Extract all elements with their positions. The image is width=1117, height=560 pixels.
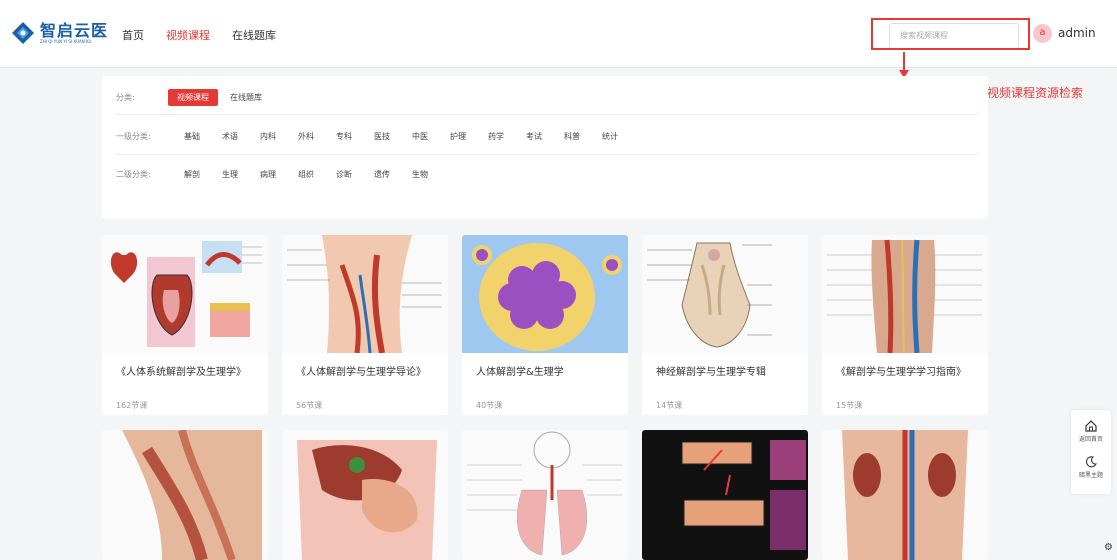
course-thumbnail-cell xyxy=(462,235,628,353)
theme-tool-label: 暗黑主题 xyxy=(1078,472,1103,479)
course-title[interactable]: 《人体解剖学与生理学导论》 xyxy=(296,363,426,378)
course-card[interactable] xyxy=(462,430,628,560)
course-thumbnail-epithelium xyxy=(642,430,808,560)
nav-question-bank[interactable]: 在线题库 xyxy=(232,27,276,43)
level2-option[interactable]: 病理 xyxy=(260,169,276,180)
level1-option[interactable]: 外科 xyxy=(298,131,314,142)
course-lesson-count: 56节课 xyxy=(296,401,323,410)
divider xyxy=(116,114,978,115)
level1-option[interactable]: 护理 xyxy=(450,131,466,142)
level2-option[interactable]: 组织 xyxy=(298,169,314,180)
course-thumbnail-kidney xyxy=(822,430,988,560)
level2-option[interactable]: 遗传 xyxy=(374,169,390,180)
level2-option[interactable]: 诊断 xyxy=(336,169,352,180)
search-highlight-box xyxy=(871,18,1030,50)
home-tool-label: 返回首页 xyxy=(1078,436,1103,443)
level1-option[interactable]: 内科 xyxy=(260,131,276,142)
level2-row: 二级分类: 解剖 生理 病理 组织 诊断 遗传 生物 xyxy=(116,169,450,180)
side-toolbar: 返回首页 暗黑主题 xyxy=(1071,410,1111,494)
course-thumbnail-respiratory xyxy=(462,430,628,560)
course-card[interactable]: 《人体系统解剖学及生理学》 162节课 xyxy=(102,235,268,415)
category-row: 分类: 视频课程 在线题库 xyxy=(116,89,284,106)
course-card[interactable]: 《解剖学与生理学学习指南》 15节课 xyxy=(822,235,988,415)
course-card[interactable] xyxy=(282,430,448,560)
filter-panel: 分类: 视频课程 在线题库 一级分类: 基础 术语 内科 外科 专科 医技 中医… xyxy=(102,76,988,219)
level1-option[interactable]: 专科 xyxy=(336,131,352,142)
course-thumbnail-brainstem xyxy=(642,235,808,353)
level1-row: 一级分类: 基础 术语 内科 外科 专科 医技 中医 护理 药学 考试 科普 统… xyxy=(116,131,640,142)
course-thumbnail-heart xyxy=(102,235,268,353)
level1-option[interactable]: 统计 xyxy=(602,131,618,142)
level1-option[interactable]: 科普 xyxy=(564,131,580,142)
course-card[interactable] xyxy=(642,430,808,560)
nav-video-courses[interactable]: 视频课程 xyxy=(166,27,210,43)
level2-option[interactable]: 生物 xyxy=(412,169,428,180)
home-icon xyxy=(1085,420,1097,432)
divider xyxy=(116,154,978,155)
level2-label: 二级分类: xyxy=(116,170,151,179)
course-card[interactable] xyxy=(102,430,268,560)
main-nav: 首页 视频课程 在线题库 xyxy=(122,27,298,43)
level1-option[interactable]: 考试 xyxy=(526,131,542,142)
course-thumbnail-neck xyxy=(282,235,448,353)
level2-option[interactable]: 解剖 xyxy=(184,169,200,180)
level1-option[interactable]: 药学 xyxy=(488,131,504,142)
level1-option[interactable]: 基础 xyxy=(184,131,200,142)
category-label: 分类: xyxy=(116,93,135,102)
theme-tool[interactable]: 暗黑主题 xyxy=(1071,456,1111,479)
settings-icon[interactable]: ⚙ xyxy=(1104,542,1113,553)
course-title[interactable]: 神经解剖学与生理学专辑 xyxy=(656,363,766,378)
category-option-video[interactable]: 视频课程 xyxy=(168,89,218,106)
avatar[interactable]: a xyxy=(1033,24,1052,43)
category-option-questions[interactable]: 在线题库 xyxy=(230,92,262,103)
course-thumbnail-neck-vessels xyxy=(822,235,988,353)
level1-option[interactable]: 中医 xyxy=(412,131,428,142)
course-card[interactable]: 人体解剖学&生理学 40节课 xyxy=(462,235,628,415)
course-card[interactable]: 《人体解剖学与生理学导论》 56节课 xyxy=(282,235,448,415)
course-lesson-count: 15节课 xyxy=(836,401,863,410)
course-title[interactable]: 《解剖学与生理学学习指南》 xyxy=(836,363,966,378)
level1-label: 一级分类: xyxy=(116,132,151,141)
course-thumbnail-neck-muscles xyxy=(102,430,268,560)
course-title[interactable]: 人体解剖学&生理学 xyxy=(476,363,564,378)
course-lesson-count: 14节课 xyxy=(656,401,683,410)
nav-home[interactable]: 首页 xyxy=(122,27,144,43)
level2-option[interactable]: 生理 xyxy=(222,169,238,180)
home-tool[interactable]: 返回首页 xyxy=(1071,420,1111,443)
annotation-arrow xyxy=(903,52,905,72)
course-card[interactable] xyxy=(822,430,988,560)
course-lesson-count: 40节课 xyxy=(476,401,503,410)
logo-subtitle: ZHI QI YUN YI SI XUAN KU xyxy=(40,39,92,44)
course-title[interactable]: 《人体系统解剖学及生理学》 xyxy=(116,363,246,378)
level1-option[interactable]: 术语 xyxy=(222,131,238,142)
level1-option[interactable]: 医技 xyxy=(374,131,390,142)
logo[interactable]: 智启云医 ZHI QI YUN YI SI XUAN KU xyxy=(10,20,108,46)
course-thumbnail-abdomen xyxy=(282,430,448,560)
course-card[interactable]: 神经解剖学与生理学专辑 14节课 xyxy=(642,235,808,415)
logo-title: 智启云医 xyxy=(40,21,109,40)
logo-icon xyxy=(12,22,34,44)
moon-icon xyxy=(1086,456,1097,468)
course-lesson-count: 162节课 xyxy=(116,401,148,410)
username[interactable]: admin xyxy=(1058,26,1096,40)
